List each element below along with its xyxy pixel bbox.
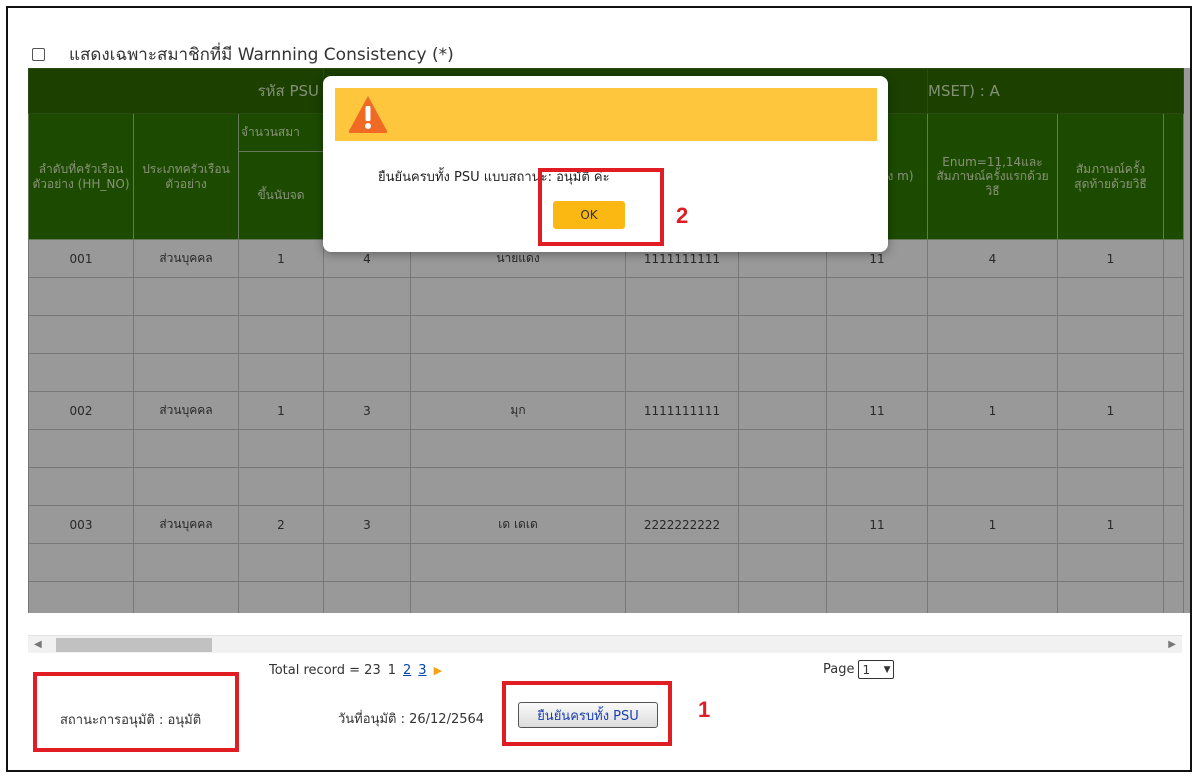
approval-date: วันที่อนุมัติ : 26/12/2564 (338, 712, 485, 727)
scroll-thumb[interactable] (56, 638, 212, 652)
next-page-icon[interactable]: ▶ (434, 664, 442, 677)
page-selector: Page 1 ▼ (823, 660, 895, 679)
warning-icon (348, 96, 388, 133)
current-page: 1 (387, 663, 396, 678)
warning-filter: แสดงเฉพาะสมาชิกที่มี Warnning Consistenc… (32, 42, 454, 66)
page-link-3[interactable]: 3 (418, 663, 426, 678)
dialog-header (335, 88, 877, 141)
page-select-label: Page (823, 662, 855, 677)
highlight-status-box (33, 672, 239, 752)
scroll-left-icon[interactable]: ◀ (34, 639, 42, 650)
warning-filter-label: แสดงเฉพาะสมาชิกที่มี Warnning Consistenc… (69, 44, 454, 65)
pagination: Total record = 23 1 2 3 ▶ (269, 663, 442, 678)
highlight-ok-box (538, 168, 664, 246)
page-link-2[interactable]: 2 (403, 663, 411, 678)
page-select[interactable]: 1 ▼ (858, 660, 895, 679)
total-record: Total record = 23 (269, 663, 381, 678)
annotation-number-1: 1 (698, 697, 711, 722)
chevron-down-icon: ▼ (883, 664, 891, 675)
scroll-right-icon[interactable]: ▶ (1168, 639, 1176, 650)
page-select-value: 1 (862, 662, 871, 677)
page-frame: แสดงเฉพาะสมาชิกที่มี Warnning Consistenc… (6, 6, 1192, 772)
annotation-number-2: 2 (676, 203, 689, 228)
warning-filter-checkbox[interactable] (32, 47, 45, 61)
highlight-confirm-box (502, 681, 672, 746)
horizontal-scrollbar[interactable]: ◀ ▶ (28, 635, 1182, 653)
